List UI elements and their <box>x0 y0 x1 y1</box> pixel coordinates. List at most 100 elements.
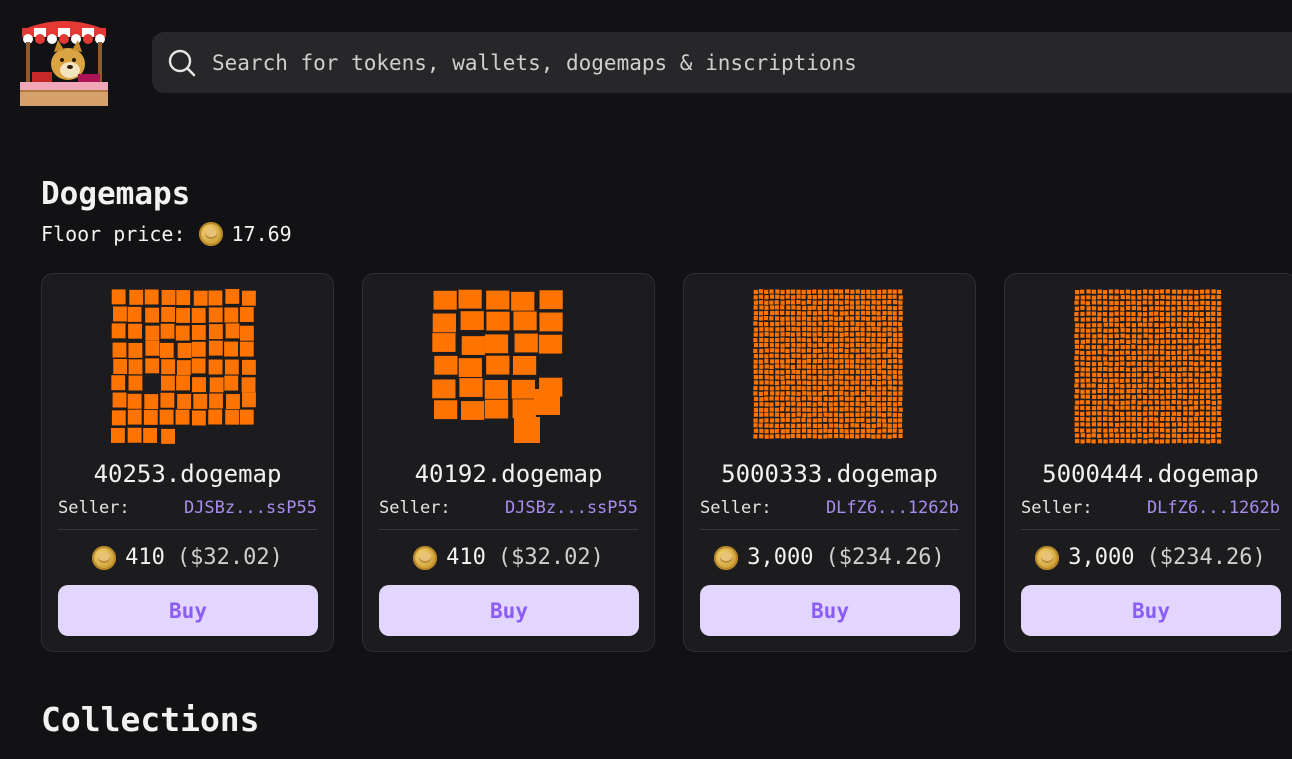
dogemap-tile <box>1148 339 1153 344</box>
search-bar[interactable] <box>152 32 1292 93</box>
dogemap-tile <box>882 434 887 439</box>
dogemap-tile <box>1142 428 1147 433</box>
dogemap-tile <box>1126 311 1131 316</box>
dogemap-tile <box>1074 383 1079 388</box>
dogemap-tile <box>1143 439 1148 444</box>
dogemap-tile <box>1148 400 1153 405</box>
dogemap-tile <box>817 401 823 406</box>
dogemap-tile <box>882 391 887 396</box>
dogemap-tile <box>1154 428 1159 433</box>
dogemap-tile <box>838 348 844 353</box>
dogemap-tile <box>780 417 785 423</box>
dogemap-tile <box>1120 373 1125 378</box>
dogemap-tile <box>882 327 887 332</box>
dogemap-tile <box>1143 378 1148 383</box>
dogemap-tile <box>1171 345 1176 350</box>
dogemap-tile <box>1216 295 1221 300</box>
dogemap-tile <box>1086 438 1091 443</box>
dogemap-tile <box>1154 417 1159 422</box>
dogemap-tile <box>759 402 764 407</box>
buy-button[interactable]: Buy <box>379 585 639 636</box>
dogemap-tile <box>1097 312 1102 317</box>
dogemap-tile <box>802 305 807 311</box>
dogemap-tile <box>817 386 822 391</box>
dogemap-tile <box>1074 394 1079 399</box>
dogemap-card[interactable]: 40253.dogemap Seller: DJSBz...ssP55 410 … <box>41 273 334 652</box>
dogemap-tile <box>759 380 764 385</box>
dogemap-tile <box>812 359 818 364</box>
buy-button[interactable]: Buy <box>700 585 960 636</box>
dogemap-tile <box>1216 339 1222 344</box>
dogemap-tile <box>823 385 828 391</box>
dogemap-tile <box>849 407 854 412</box>
dogemap-tile <box>1211 311 1216 316</box>
dogemap-tile <box>897 423 903 428</box>
seller-address-link[interactable]: DLfZ6...1262b <box>826 498 959 518</box>
dogemap-tile <box>208 340 223 356</box>
dogemap-tile <box>1114 306 1119 311</box>
dogemap-tile <box>514 417 540 443</box>
dogemap-tile <box>855 326 860 331</box>
buy-button[interactable]: Buy <box>1021 585 1281 636</box>
seller-address-link[interactable]: DLfZ6...1262b <box>1147 498 1280 518</box>
dogemap-tile <box>834 359 839 364</box>
dogemap-card[interactable]: 40192.dogemap Seller: DJSBz...ssP55 410 … <box>362 273 655 652</box>
dogemap-tile <box>159 409 174 425</box>
dogemap-tile <box>111 410 126 426</box>
dogemap-tile <box>1097 328 1102 333</box>
dogemap-tile <box>1171 356 1177 361</box>
dogemap-tile <box>892 386 897 391</box>
dogemap-tile <box>1074 355 1079 360</box>
dogemap-tile <box>818 375 823 380</box>
dogemap-tile <box>758 423 763 428</box>
dogemap-tile <box>898 391 903 396</box>
dogemap-tile <box>791 321 796 326</box>
dogemap-card[interactable]: 5000333.dogemap Seller: DLfZ6...1262b 3,… <box>683 273 976 652</box>
dogemap-tile <box>893 418 898 423</box>
search-input[interactable] <box>210 49 1214 76</box>
dogemap-tile <box>774 300 779 305</box>
dogemap-tile <box>1085 339 1091 344</box>
dogemap-tile <box>1194 289 1199 295</box>
dogemap-tile <box>1148 311 1154 316</box>
dogemap-tile <box>807 375 812 380</box>
dogemap-tile <box>1102 290 1108 295</box>
dogemap-tile <box>833 428 839 433</box>
dogemap-tile <box>1216 289 1222 295</box>
dogemap-tile <box>1131 317 1136 322</box>
dogemap-tile <box>828 391 833 396</box>
dogemap-tile <box>834 370 839 375</box>
dogemap-tile <box>512 399 536 419</box>
dogemap-tile <box>1091 411 1097 416</box>
dogemap-tile <box>112 392 127 408</box>
dogemap-tile <box>193 393 208 409</box>
dogemap-tile <box>1108 328 1113 333</box>
dogemap-tile <box>1074 328 1080 333</box>
dogemap-tile <box>855 342 860 348</box>
seller-address-link[interactable]: DJSBz...ssP55 <box>184 498 317 518</box>
dogemap-tile <box>877 332 882 337</box>
dogemap-tile <box>753 364 758 369</box>
dogemap-tile <box>834 348 839 353</box>
doge-shop-logo-icon[interactable] <box>18 14 110 108</box>
dogemap-tile <box>1131 411 1136 416</box>
dogemap-tile <box>1142 411 1148 416</box>
dogemap-tile <box>1205 433 1211 438</box>
dogemap-tile <box>1205 294 1210 299</box>
dogemap-tile <box>1086 328 1091 333</box>
dogemap-tile <box>898 348 903 353</box>
dogemap-tile <box>801 316 806 321</box>
buy-button[interactable]: Buy <box>58 585 318 636</box>
dogemap-card[interactable]: 5000444.dogemap Seller: DLfZ6...1262b 3,… <box>1004 273 1292 652</box>
seller-address-link[interactable]: DJSBz...ssP55 <box>505 498 638 518</box>
dogemap-tile <box>785 310 790 316</box>
dogemap-tile <box>1217 372 1222 377</box>
dogemap-tile <box>806 299 812 305</box>
dogemap-tile <box>806 316 812 321</box>
dogemap-tile <box>1114 389 1120 394</box>
dogemap-tile <box>817 316 822 321</box>
dogemap-tile <box>1120 422 1125 427</box>
dogemap-tile <box>898 295 903 300</box>
dogemap-tile <box>753 385 758 391</box>
dogemap-tile <box>111 289 126 305</box>
